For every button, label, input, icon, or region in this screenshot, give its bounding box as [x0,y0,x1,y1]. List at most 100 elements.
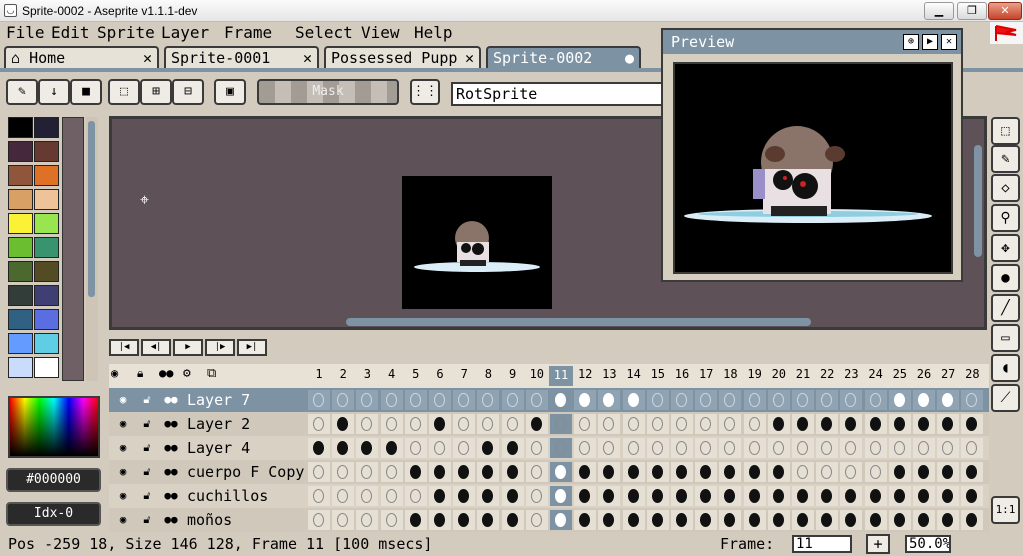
frame-cel[interactable] [913,438,935,458]
frame-number[interactable]: 17 [694,367,718,381]
frame-cel[interactable] [816,390,839,410]
frame-cel[interactable] [913,486,935,506]
layer-name[interactable]: cuchillos [183,484,309,508]
layer-lock-icon[interactable]: 🔓︎ [135,508,159,532]
frame-cel[interactable] [550,414,572,434]
tab-sprite-0001[interactable]: Sprite-0001 ✕ [164,46,319,68]
selection-subtract-button[interactable]: ⊟ [172,79,204,105]
layer-name[interactable]: moños [183,508,309,532]
frame-cel[interactable] [308,510,330,530]
frame-cel[interactable] [622,438,645,458]
frame-cel[interactable] [840,390,863,410]
frame-cel[interactable] [961,414,984,434]
frame-cel[interactable] [501,414,524,434]
frame-cel[interactable] [792,486,814,506]
frame-cel[interactable] [888,390,911,410]
palette-swatch[interactable] [8,285,33,306]
frame-cel[interactable] [453,414,476,434]
color-spectrum[interactable] [8,396,100,458]
layer-continuous-icon[interactable]: ●● [159,412,183,436]
frame-cel[interactable] [574,486,597,506]
frame-cel[interactable] [550,390,572,410]
layer-continuous-icon[interactable]: ●● [159,508,183,532]
tab-modified-icon[interactable]: ● [625,48,634,68]
pencil-tool[interactable]: ✎ [991,145,1020,173]
frame-number[interactable]: 25 [888,367,912,381]
zoom-input[interactable]: 50.0% [905,535,951,553]
frame-number[interactable]: 13 [597,367,621,381]
frame-cel[interactable] [937,390,960,410]
color-index-field[interactable]: Idx-0 [6,502,101,526]
frame-cel[interactable] [574,438,597,458]
layer-continuous-icon[interactable]: ●● [159,460,183,484]
frame-cel[interactable] [501,438,524,458]
frame-cel[interactable] [888,486,911,506]
frame-cel[interactable] [356,390,379,410]
frame-cel[interactable] [356,438,379,458]
frame-cel[interactable] [646,462,669,482]
frame-cel[interactable] [671,390,693,410]
blur-tool[interactable]: ⟋ [991,384,1020,412]
tab-home[interactable]: ⌂ Home ✕ [4,46,159,68]
frame-cel[interactable] [404,438,427,458]
frame-cel[interactable] [792,414,814,434]
palette-swatch[interactable] [8,357,33,378]
frame-cel[interactable] [767,486,790,506]
rectangular-marquee-tool[interactable]: ⬚ [991,117,1020,145]
layer-name[interactable]: Layer 2 [183,412,309,436]
frame-cel[interactable] [961,486,984,506]
layer-row[interactable]: ◉ 🔓︎ ●● cuchillos [109,484,989,508]
layer-row[interactable]: ◉ 🔓︎ ●● cuerpo F Copy [109,460,989,484]
play-button[interactable]: ▶ [173,339,203,356]
line-tool[interactable]: ╱ [991,294,1020,322]
frame-cel[interactable] [550,462,572,482]
frame-number[interactable]: 7 [452,367,476,381]
frame-cel[interactable] [477,462,500,482]
folder-mode-button[interactable]: ■ [70,79,102,105]
frame-cel[interactable] [695,390,718,410]
menu-file[interactable]: File [6,23,45,42]
palette-swatch[interactable] [8,213,33,234]
frame-cel[interactable] [477,510,500,530]
frame-cel[interactable] [864,486,887,506]
frame-number[interactable]: 14 [622,367,646,381]
frame-cel[interactable] [550,510,572,530]
frame-cel[interactable] [598,390,621,410]
curve-tool[interactable]: ◖ [991,354,1020,382]
frame-number[interactable]: 11 [549,366,573,386]
frame-cel[interactable] [308,438,330,458]
frame-cel[interactable] [356,510,379,530]
frame-cel[interactable] [646,390,669,410]
frame-cel[interactable] [308,486,330,506]
layer-lock-icon[interactable]: 🔓︎ [135,460,159,484]
palette-swatch[interactable] [8,333,33,354]
frame-cel[interactable] [767,510,790,530]
menu-select[interactable]: Select [295,23,353,42]
frame-number[interactable]: 27 [936,367,960,381]
frame-cel[interactable] [816,486,839,506]
frame-cel[interactable] [453,462,476,482]
frame-number[interactable]: 1 [307,367,331,381]
frame-number[interactable]: 23 [839,367,863,381]
layer-continuous-icon[interactable]: ●● [159,436,183,460]
frame-cel[interactable] [671,462,693,482]
layer-name[interactable]: Layer 7 [183,388,309,412]
frame-cel[interactable] [477,486,500,506]
palette-swatch[interactable] [8,117,33,138]
menu-sprite[interactable]: Sprite [97,23,155,42]
frame-cel[interactable] [695,510,718,530]
frame-number[interactable]: 5 [404,367,428,381]
pivot-button[interactable]: ⋮⋮ [410,79,440,105]
frame-number[interactable]: 18 [718,367,742,381]
frame-cel[interactable] [453,390,476,410]
frame-number[interactable]: 4 [380,367,404,381]
frame-cel[interactable] [501,390,524,410]
frame-cel[interactable] [888,510,911,530]
layer-visibility-icon[interactable]: ◉ [111,484,135,508]
frame-cel[interactable] [598,486,621,506]
frame-cel[interactable] [840,438,863,458]
frame-number[interactable]: 20 [767,367,791,381]
palette-swatch[interactable] [34,189,59,210]
frame-cel[interactable] [792,390,814,410]
frame-number[interactable]: 19 [743,367,767,381]
